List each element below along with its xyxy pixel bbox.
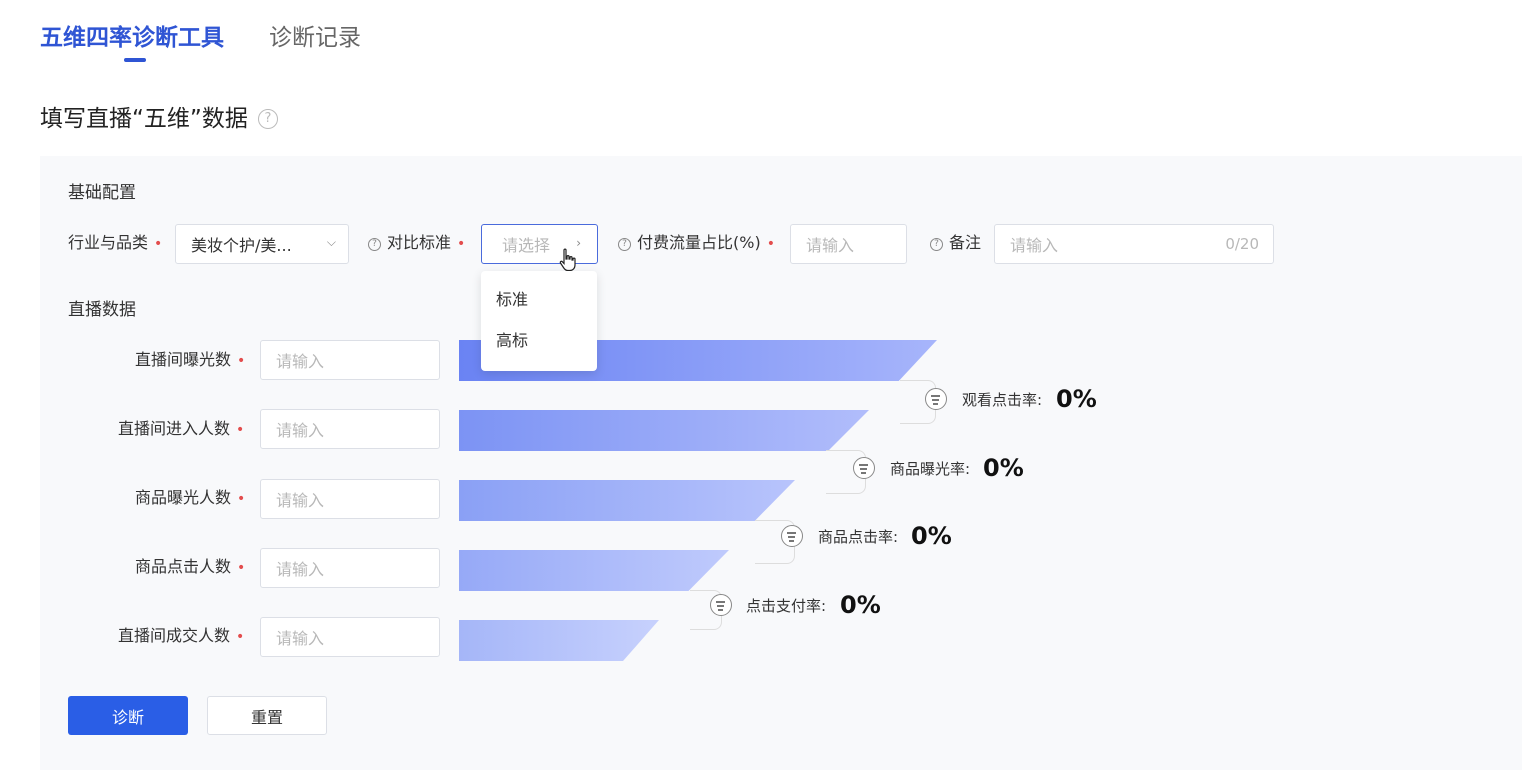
product-exposure-input[interactable]: 请输入 xyxy=(260,479,440,519)
rate-value: 0% xyxy=(911,522,952,550)
entry-count-input[interactable]: 请输入 xyxy=(260,409,440,449)
required-mark: • xyxy=(457,236,466,252)
chevron-down-icon: ⌵ xyxy=(326,235,336,249)
exposure-input[interactable]: 请输入 xyxy=(260,340,440,380)
required-mark: • xyxy=(766,236,775,252)
rate-label: 商品点击率: xyxy=(818,528,899,546)
option-standard[interactable]: 标准 xyxy=(496,286,528,310)
live-data-title: 直播数据 xyxy=(68,300,136,320)
help-icon[interactable]: ? xyxy=(618,238,631,251)
required-mark: • xyxy=(237,491,246,507)
reset-button[interactable]: 重置 xyxy=(207,696,327,735)
required-mark: • xyxy=(154,236,163,252)
help-icon[interactable]: ? xyxy=(258,109,278,129)
rate-value: 0% xyxy=(983,454,1024,482)
filter-icon xyxy=(853,457,875,479)
funnel-bar xyxy=(459,550,729,591)
remark-label: ? 备注 xyxy=(930,232,981,254)
required-mark: • xyxy=(237,353,246,369)
rate-value: 0% xyxy=(840,591,881,619)
benchmark-dropdown: 标准 高标 xyxy=(481,271,597,371)
field-label: 直播间成交人数 • xyxy=(118,626,245,645)
product-click-input[interactable]: 请输入 xyxy=(260,548,440,588)
filter-icon xyxy=(781,525,803,547)
paid-ratio-label: ? 付费流量占比(%) • xyxy=(618,232,775,255)
industry-label: 行业与品类 • xyxy=(68,233,163,252)
rate-label: 观看点击率: xyxy=(962,391,1043,409)
diagnose-button[interactable]: 诊断 xyxy=(68,696,188,735)
field-label: 直播间进入人数 • xyxy=(118,419,245,438)
industry-select[interactable]: 美妆个护/美... ⌵ xyxy=(175,224,349,264)
field-label: 商品点击人数 • xyxy=(135,557,246,576)
help-icon[interactable]: ? xyxy=(930,238,943,251)
help-icon[interactable]: ? xyxy=(368,238,381,251)
field-label: 直播间曝光数 • xyxy=(135,350,246,369)
benchmark-label: ? 对比标准 • xyxy=(368,232,465,255)
rate-label: 商品曝光率: xyxy=(890,460,971,478)
funnel-bar xyxy=(459,410,869,451)
page-title: 填写直播“五维”数据 xyxy=(40,106,248,132)
char-counter: 0/20 xyxy=(1225,235,1259,253)
filter-icon xyxy=(710,594,732,616)
required-mark: • xyxy=(236,629,245,645)
active-tab-indicator xyxy=(124,58,146,62)
rate-label: 点击支付率: xyxy=(746,597,827,615)
tab-five-dim-tool[interactable]: 五维四率诊断工具 xyxy=(40,22,224,54)
required-mark: • xyxy=(236,422,245,438)
paid-ratio-input[interactable]: 请输入 xyxy=(790,224,907,264)
basic-config-title: 基础配置 xyxy=(68,183,136,203)
benchmark-select[interactable]: 请选择 › xyxy=(481,224,598,264)
deal-count-input[interactable]: 请输入 xyxy=(260,617,440,657)
funnel-bar xyxy=(459,480,795,521)
field-label: 商品曝光人数 • xyxy=(135,488,246,507)
remark-input[interactable]: 请输入 0/20 xyxy=(994,224,1274,264)
filter-icon xyxy=(925,388,947,410)
tab-diagnosis-records[interactable]: 诊断记录 xyxy=(269,22,361,54)
option-high[interactable]: 高标 xyxy=(496,327,528,351)
required-mark: • xyxy=(237,560,246,576)
hand-cursor-icon xyxy=(559,248,576,272)
rate-value: 0% xyxy=(1056,385,1097,413)
